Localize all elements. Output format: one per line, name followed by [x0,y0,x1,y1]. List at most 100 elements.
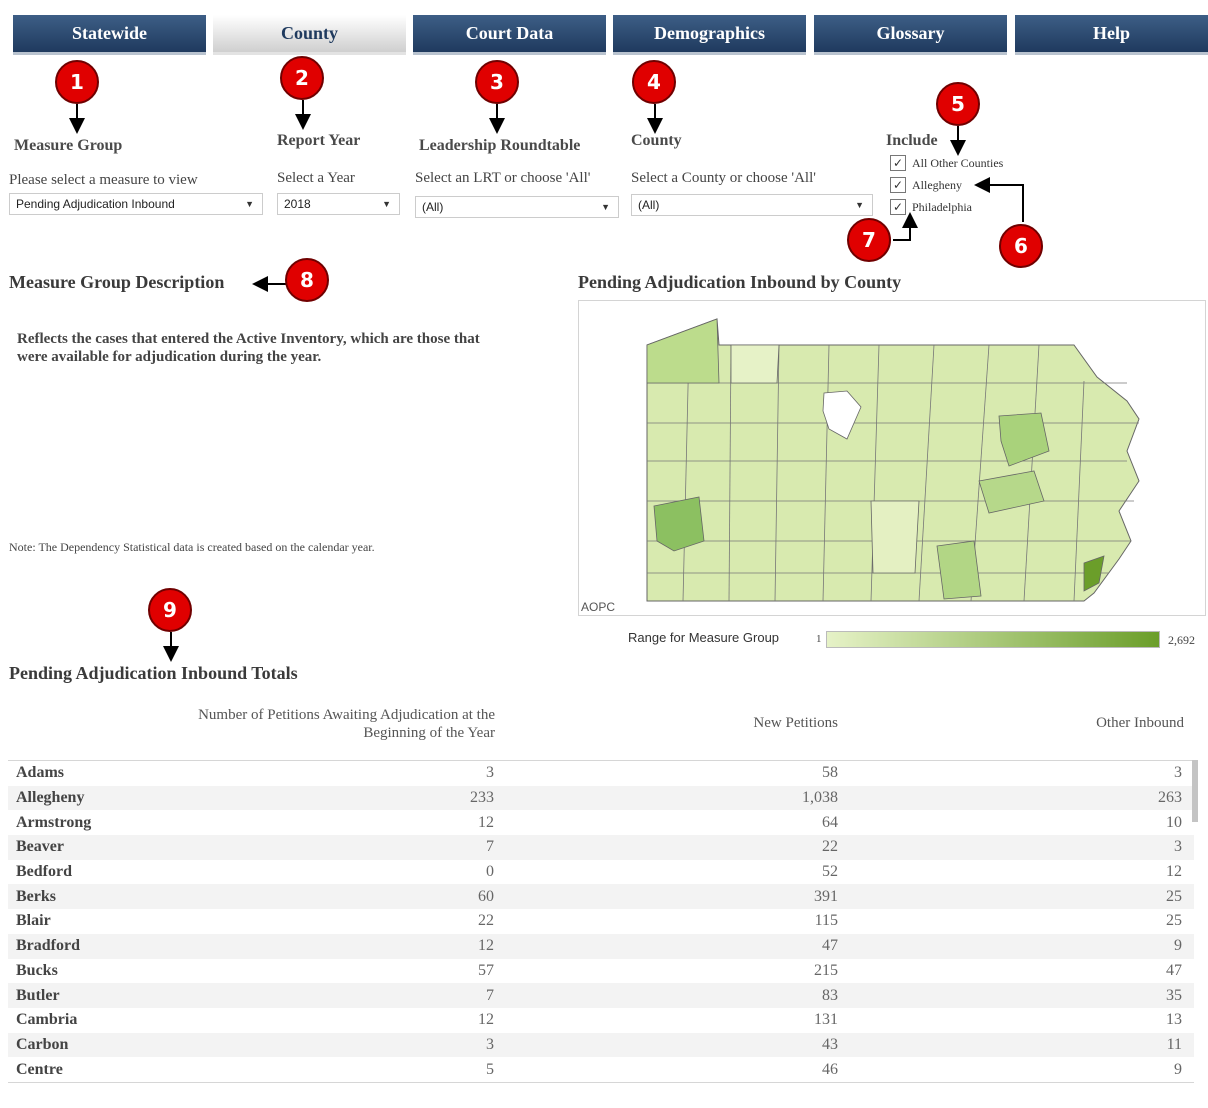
awaiting-cell: 5 [486,1060,494,1078]
county-cell: Allegheny [16,789,85,807]
county-heading: County [631,132,682,149]
county-prompt: Select a County or choose 'All' [631,170,816,186]
table-row[interactable]: Berks 60 391 25 [8,884,1194,910]
legend-min: 1 [816,633,822,645]
other-inbound-cell: 263 [1158,789,1182,807]
checkbox-icon[interactable]: ✓ [890,177,906,193]
other-inbound-cell: 25 [1166,887,1182,905]
new-petitions-cell: 391 [814,887,838,905]
include-option-label: Allegheny [912,177,962,192]
new-petitions-cell: 22 [822,838,838,856]
other-inbound-cell: 9 [1174,937,1182,955]
col-header-new-petitions[interactable]: New Petitions [700,715,838,732]
awaiting-cell: 60 [478,887,494,905]
new-petitions-cell: 115 [814,912,838,930]
new-petitions-cell: 215 [814,961,838,979]
legend-max: 2,692 [1168,633,1195,647]
legend-gradient-bar [826,631,1160,648]
county-value: (All) [638,198,660,212]
awaiting-cell: 57 [478,961,494,979]
include-option-philadelphia[interactable]: ✓ Philadelphia [890,199,972,215]
county-map[interactable]: AOPC [578,300,1206,616]
table-row[interactable]: Bradford 12 47 9 [8,933,1194,959]
awaiting-cell: 12 [478,813,494,831]
report-year-prompt: Select a Year [277,170,355,186]
other-inbound-cell: 3 [1174,838,1182,856]
totals-title: Pending Adjudication Inbound Totals [9,663,298,683]
table-row[interactable]: Bedford 0 52 12 [8,860,1194,885]
county-cell: Butler [16,986,60,1004]
table-row[interactable]: Beaver 7 22 3 [8,835,1194,860]
new-petitions-cell: 47 [822,937,838,955]
marker-9: 9 [148,588,192,632]
measure-group-value: Pending Adjudication Inbound [16,197,175,211]
table-row[interactable]: Centre 5 46 9 [8,1057,1194,1082]
other-inbound-cell: 25 [1166,912,1182,930]
table-row[interactable]: Bucks 57 215 47 [8,959,1194,984]
map-title: Pending Adjudication Inbound by County [578,272,902,292]
other-inbound-cell: 12 [1166,863,1182,881]
chevron-down-icon: ▼ [245,199,254,209]
checkbox-icon[interactable]: ✓ [890,199,906,215]
marker-1: 1 [55,60,99,104]
table-row[interactable]: Carbon 3 43 11 [8,1032,1194,1058]
new-petitions-cell: 64 [822,813,838,831]
calendar-note: Note: The Dependency Statistical data is… [9,540,375,554]
county-cell: Bucks [16,961,58,979]
lrt-prompt: Select an LRT or choose 'All' [415,170,591,186]
table-row[interactable]: Armstrong 12 64 10 [8,810,1194,835]
lrt-heading: Leadership Roundtable [419,137,581,154]
chevron-down-icon: ▼ [382,199,391,209]
awaiting-cell: 7 [486,986,494,1004]
table-scrollbar[interactable] [1192,760,1198,822]
new-petitions-cell: 52 [822,863,838,881]
measure-group-prompt: Please select a measure to view [9,172,198,188]
include-option-label: Philadelphia [912,199,972,214]
marker-4: 4 [632,60,676,104]
awaiting-cell: 22 [478,912,494,930]
table-row[interactable]: Adams 3 58 3 [8,761,1194,786]
marker-3: 3 [475,60,519,104]
report-year-select[interactable]: 2018 ▼ [277,193,400,215]
include-option-all-other[interactable]: ✓ All Other Counties [890,155,1003,171]
table-row[interactable]: Allegheny 233 1,038 263 [8,785,1194,811]
col-header-other-inbound[interactable]: Other Inbound [1040,715,1184,732]
chevron-down-icon: ▼ [601,202,610,212]
marker-8: 8 [285,258,329,302]
include-option-allegheny[interactable]: ✓ Allegheny [890,177,962,193]
col-header-awaiting[interactable]: Number of Petitions Awaiting Adjudicatio… [180,706,495,742]
county-cell: Blair [16,912,51,930]
marker-2: 2 [280,56,324,100]
table-row[interactable]: Blair 22 115 25 [8,909,1194,934]
new-petitions-cell: 46 [822,1060,838,1078]
awaiting-cell: 3 [486,1035,494,1053]
new-petitions-cell: 58 [822,764,838,782]
marker-5: 5 [936,82,980,126]
pennsylvania-map[interactable] [579,301,1207,617]
include-option-label: All Other Counties [912,155,1004,170]
county-cell: Adams [16,764,65,782]
new-petitions-cell: 1,038 [802,789,838,807]
county-cell: Centre [16,1060,63,1078]
other-inbound-cell: 11 [1166,1035,1182,1053]
awaiting-cell: 233 [470,789,494,807]
lrt-select[interactable]: (All) ▼ [415,196,619,218]
new-petitions-cell: 83 [822,986,838,1004]
checkbox-icon[interactable]: ✓ [890,155,906,171]
county-cell: Bradford [16,937,80,955]
other-inbound-cell: 35 [1166,986,1182,1004]
description-text: Reflects the cases that entered the Acti… [17,331,480,365]
awaiting-cell: 7 [486,838,494,856]
county-select[interactable]: (All) ▼ [631,194,873,216]
county-cell: Bedford [16,863,72,881]
legend-label: Range for Measure Group [628,630,780,645]
awaiting-cell: 12 [478,1011,494,1029]
table-row[interactable]: Butler 7 83 35 [8,983,1194,1008]
marker-7: 7 [847,218,891,262]
totals-table[interactable]: Adams 3 58 3 Allegheny 233 1,038 263 Armstrong 12… [8,760,1194,1083]
include-heading: Include [886,132,938,149]
table-row[interactable]: Cambria 12 131 13 [8,1008,1194,1033]
measure-group-select[interactable]: Pending Adjudication Inbound ▼ [9,193,263,215]
other-inbound-cell: 3 [1174,764,1182,782]
county-cell: Beaver [16,838,64,856]
